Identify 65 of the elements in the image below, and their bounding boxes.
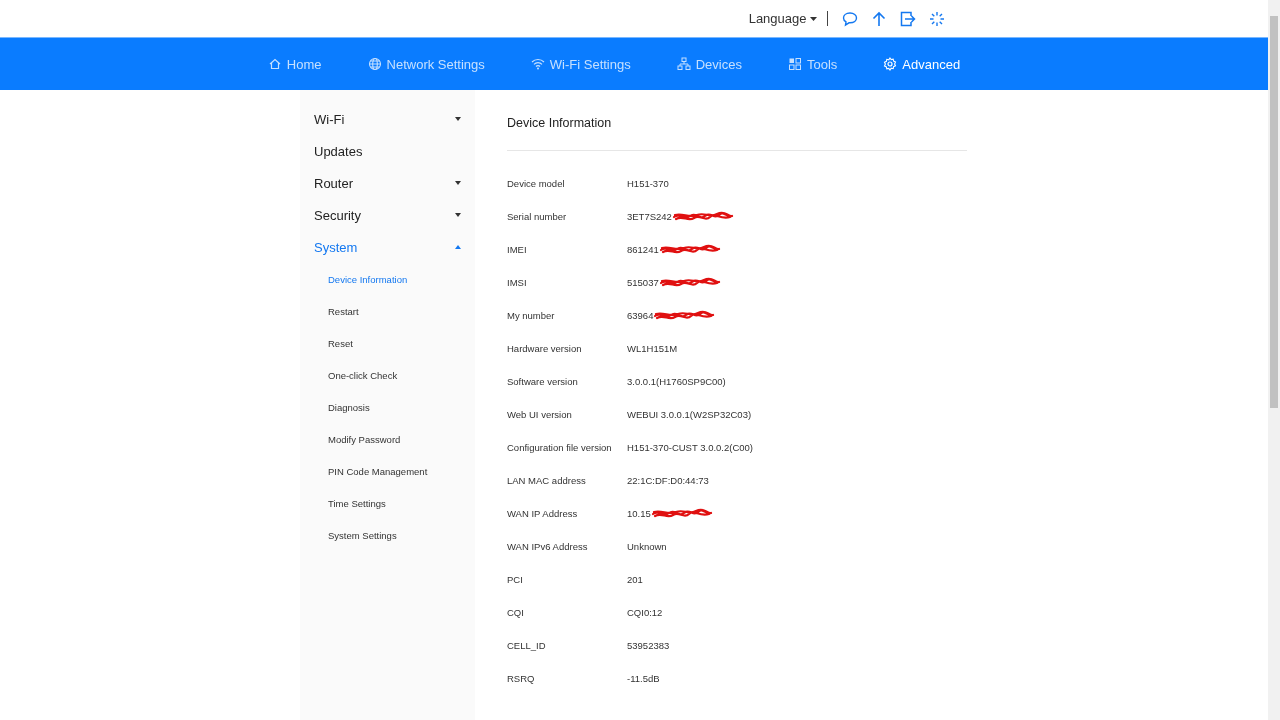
field-label: My number	[507, 310, 556, 321]
field-value: 3.0.0.1(H1760SP9C00)	[627, 376, 726, 387]
field-value: CQI0:12	[627, 607, 663, 618]
field-value: 515037	[627, 277, 659, 288]
submenu-item[interactable]: One-click Check	[300, 359, 475, 391]
panel-title: Device Information	[507, 116, 967, 151]
sidebar-item[interactable]: Router	[300, 167, 475, 199]
field-label: Software version	[507, 376, 579, 387]
field-label: WAN IPv6 Address	[507, 541, 589, 552]
caret-icon	[455, 117, 461, 121]
caret-icon	[455, 245, 461, 249]
network-tree-icon	[676, 57, 691, 71]
caret-icon	[455, 213, 461, 217]
grid-icon	[787, 57, 802, 71]
loading-icon	[929, 10, 945, 27]
home-icon	[267, 57, 282, 71]
field-label: RSRQ	[507, 673, 536, 684]
sidebar-item[interactable]: Updates	[300, 135, 475, 167]
field-label: PCI	[507, 574, 524, 585]
field-value: WEBUI 3.0.0.1(W2SP32C03)	[627, 409, 752, 420]
field-value: -11.5dB	[627, 673, 660, 684]
submenu-item[interactable]: Device Information	[300, 263, 475, 295]
upload-icon[interactable]	[871, 10, 887, 27]
submenu-item[interactable]: Restart	[300, 295, 475, 327]
field-label: Configuration file version	[507, 442, 613, 453]
caret-icon	[455, 181, 461, 185]
submenu-item[interactable]: Time Settings	[300, 487, 475, 519]
field-value: WL1H151M	[627, 343, 678, 354]
submenu-item[interactable]: System Settings	[300, 519, 475, 551]
field-label: Serial number	[507, 211, 568, 222]
field-value: H151-370-CUST 3.0.0.2(C00)	[627, 442, 754, 453]
field-label: IMSI	[507, 277, 528, 288]
field-label: Hardware version	[507, 343, 583, 354]
submenu-item[interactable]: Modify Password	[300, 423, 475, 455]
field-value: 22:1C:DF:D0:44:73	[627, 475, 709, 486]
submenu-item[interactable]: Diagnosis	[300, 391, 475, 423]
field-value: 201	[627, 574, 643, 585]
field-label: IMEI	[507, 244, 528, 255]
caret-icon	[809, 16, 817, 21]
field-value: 861241	[627, 244, 659, 255]
chat-icon[interactable]	[842, 10, 858, 27]
nav-tab[interactable]: Advanced	[883, 52, 961, 76]
field-label: Web UI version	[507, 409, 573, 420]
field-label: CELL_ID	[507, 640, 547, 651]
globe-icon	[367, 57, 382, 71]
sidebar-item[interactable]: Security	[300, 199, 475, 231]
field-label: CQI	[507, 607, 525, 618]
field-value: H151-370	[627, 178, 669, 189]
field-value: Unknown	[627, 541, 667, 552]
field-label: WAN IP Address	[507, 508, 579, 519]
logout-icon[interactable]	[900, 10, 916, 27]
language-dropdown[interactable]: Language	[748, 11, 817, 26]
submenu-item[interactable]: PIN Code Management	[300, 455, 475, 487]
field-value: 3ET7S242	[627, 211, 672, 222]
sidebar-item[interactable]: Wi-Fi	[300, 103, 475, 135]
field-value: 63964	[627, 310, 654, 321]
sidebar-item[interactable]: System	[300, 231, 475, 263]
submenu-item[interactable]: Reset	[300, 327, 475, 359]
field-value: 10.15	[627, 508, 651, 519]
settings-icon	[883, 57, 898, 71]
wifi-icon	[530, 57, 545, 71]
field-label: LAN MAC address	[507, 475, 587, 486]
field-label: Device model	[507, 178, 566, 189]
field-value: 53952383	[627, 640, 670, 651]
scrollbar[interactable]	[1268, 0, 1280, 720]
